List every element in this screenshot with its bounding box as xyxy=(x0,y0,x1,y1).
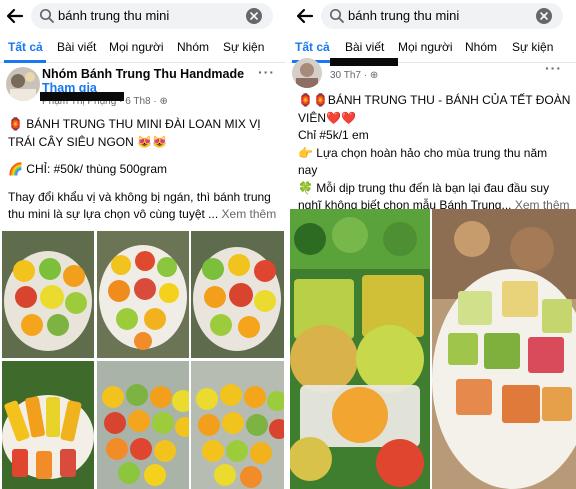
post-options-button[interactable]: ··· xyxy=(545,60,562,76)
group-avatar[interactable] xyxy=(6,67,40,101)
redaction-bar xyxy=(40,92,124,101)
globe-icon: ⊕ xyxy=(369,70,379,81)
post-line: Thay đổi khẩu vị và không bị ngán, thì b… xyxy=(8,189,271,204)
tab-events[interactable]: Sự kiện xyxy=(223,40,264,54)
search-bar: bánh trung thu mini xyxy=(290,0,576,32)
post-options-button[interactable]: ··· xyxy=(258,64,275,80)
post-date[interactable]: 30 Th7 xyxy=(330,70,361,81)
post-line: 🏮🏮BÁNH TRUNG THU - BÁNH CỦA TẾT ĐOÀN xyxy=(298,93,571,107)
tab-posts[interactable]: Bài viết xyxy=(345,40,384,54)
search-input[interactable]: bánh trung thu mini xyxy=(31,3,273,29)
post-line: VIÊN❤️❤️ xyxy=(298,110,356,125)
search-input[interactable]: bánh trung thu mini xyxy=(321,3,563,29)
clear-search-icon[interactable] xyxy=(245,7,263,25)
post-photo[interactable] xyxy=(191,231,284,358)
post-photo[interactable] xyxy=(97,361,189,489)
clear-search-icon[interactable] xyxy=(535,7,553,25)
active-tab-indicator xyxy=(4,60,46,63)
post-photo[interactable] xyxy=(290,209,430,489)
post-body: 🏮 BÁNH TRUNG THU MINI ĐÀI LOAN MIX VỊ TR… xyxy=(8,116,284,224)
post-line: 🌈 CHỈ: #50k/ thùng 500gram xyxy=(8,162,168,176)
post-line: 👉 Lựa chọn hoàn hảo cho mùa trung thu nă… xyxy=(298,145,548,160)
post-line: 🍀 Mỗi dịp trung thu đến là bạn lại đau đ… xyxy=(298,180,550,195)
tab-all[interactable]: Tất cả xyxy=(8,40,43,54)
author-avatar[interactable] xyxy=(292,58,322,88)
search-icon xyxy=(39,8,54,23)
post-line: nay xyxy=(298,163,318,177)
see-more-link[interactable]: Xem thêm xyxy=(222,207,277,221)
post-photo[interactable] xyxy=(97,231,189,358)
tab-posts[interactable]: Bài viết xyxy=(57,40,96,54)
search-icon xyxy=(329,8,344,23)
post-line: Chỉ #5k/1 em xyxy=(298,128,369,142)
tab-groups[interactable]: Nhóm xyxy=(177,40,209,54)
post-body: 🏮🏮BÁNH TRUNG THU - BÁNH CỦA TẾT ĐOÀN VIÊ… xyxy=(298,92,574,215)
tab-people[interactable]: Mọi người xyxy=(398,40,453,54)
post-line: 🏮 BÁNH TRUNG THU MINI ĐÀI LOAN MIX VỊ xyxy=(8,117,261,131)
post-photo[interactable] xyxy=(2,231,94,358)
tab-all[interactable]: Tất cả xyxy=(295,40,330,54)
back-arrow-icon[interactable] xyxy=(292,3,318,29)
right-search-results: bánh trung thu mini Tất cả Bài viết Mọi … xyxy=(290,0,576,489)
post-meta: 30 Th7 · ⊕ xyxy=(330,70,379,81)
back-arrow-icon[interactable] xyxy=(2,3,28,29)
post-photo[interactable] xyxy=(432,209,576,489)
filter-tabs: Tất cả Bài viết Mọi người Nhóm Sự kiện xyxy=(0,33,286,63)
tab-groups[interactable]: Nhóm xyxy=(465,40,497,54)
globe-icon: ⊕ xyxy=(159,96,168,107)
post-date[interactable]: 6 Th8 xyxy=(125,96,150,107)
group-name[interactable]: Nhóm Bánh Trung Thu Handmade xyxy=(42,67,244,81)
left-search-results: bánh trung thu mini Tất cả Bài viết Mọi … xyxy=(0,0,286,489)
tab-people[interactable]: Mọi người xyxy=(109,40,164,54)
post-photo[interactable] xyxy=(2,361,94,489)
post-photo[interactable] xyxy=(191,361,284,489)
redaction-bar xyxy=(330,58,398,66)
post-line: thu mini là sự lựa chọn vô cùng tuyệt ..… xyxy=(8,207,277,221)
search-query-text: bánh trung thu mini xyxy=(58,8,170,23)
post-line: TRÁI CÂY SIÊU NGON 😻😻 xyxy=(8,134,168,149)
tab-events[interactable]: Sự kiện xyxy=(512,40,553,54)
search-query-text: bánh trung thu mini xyxy=(348,8,460,23)
search-bar: bánh trung thu mini xyxy=(0,0,286,32)
